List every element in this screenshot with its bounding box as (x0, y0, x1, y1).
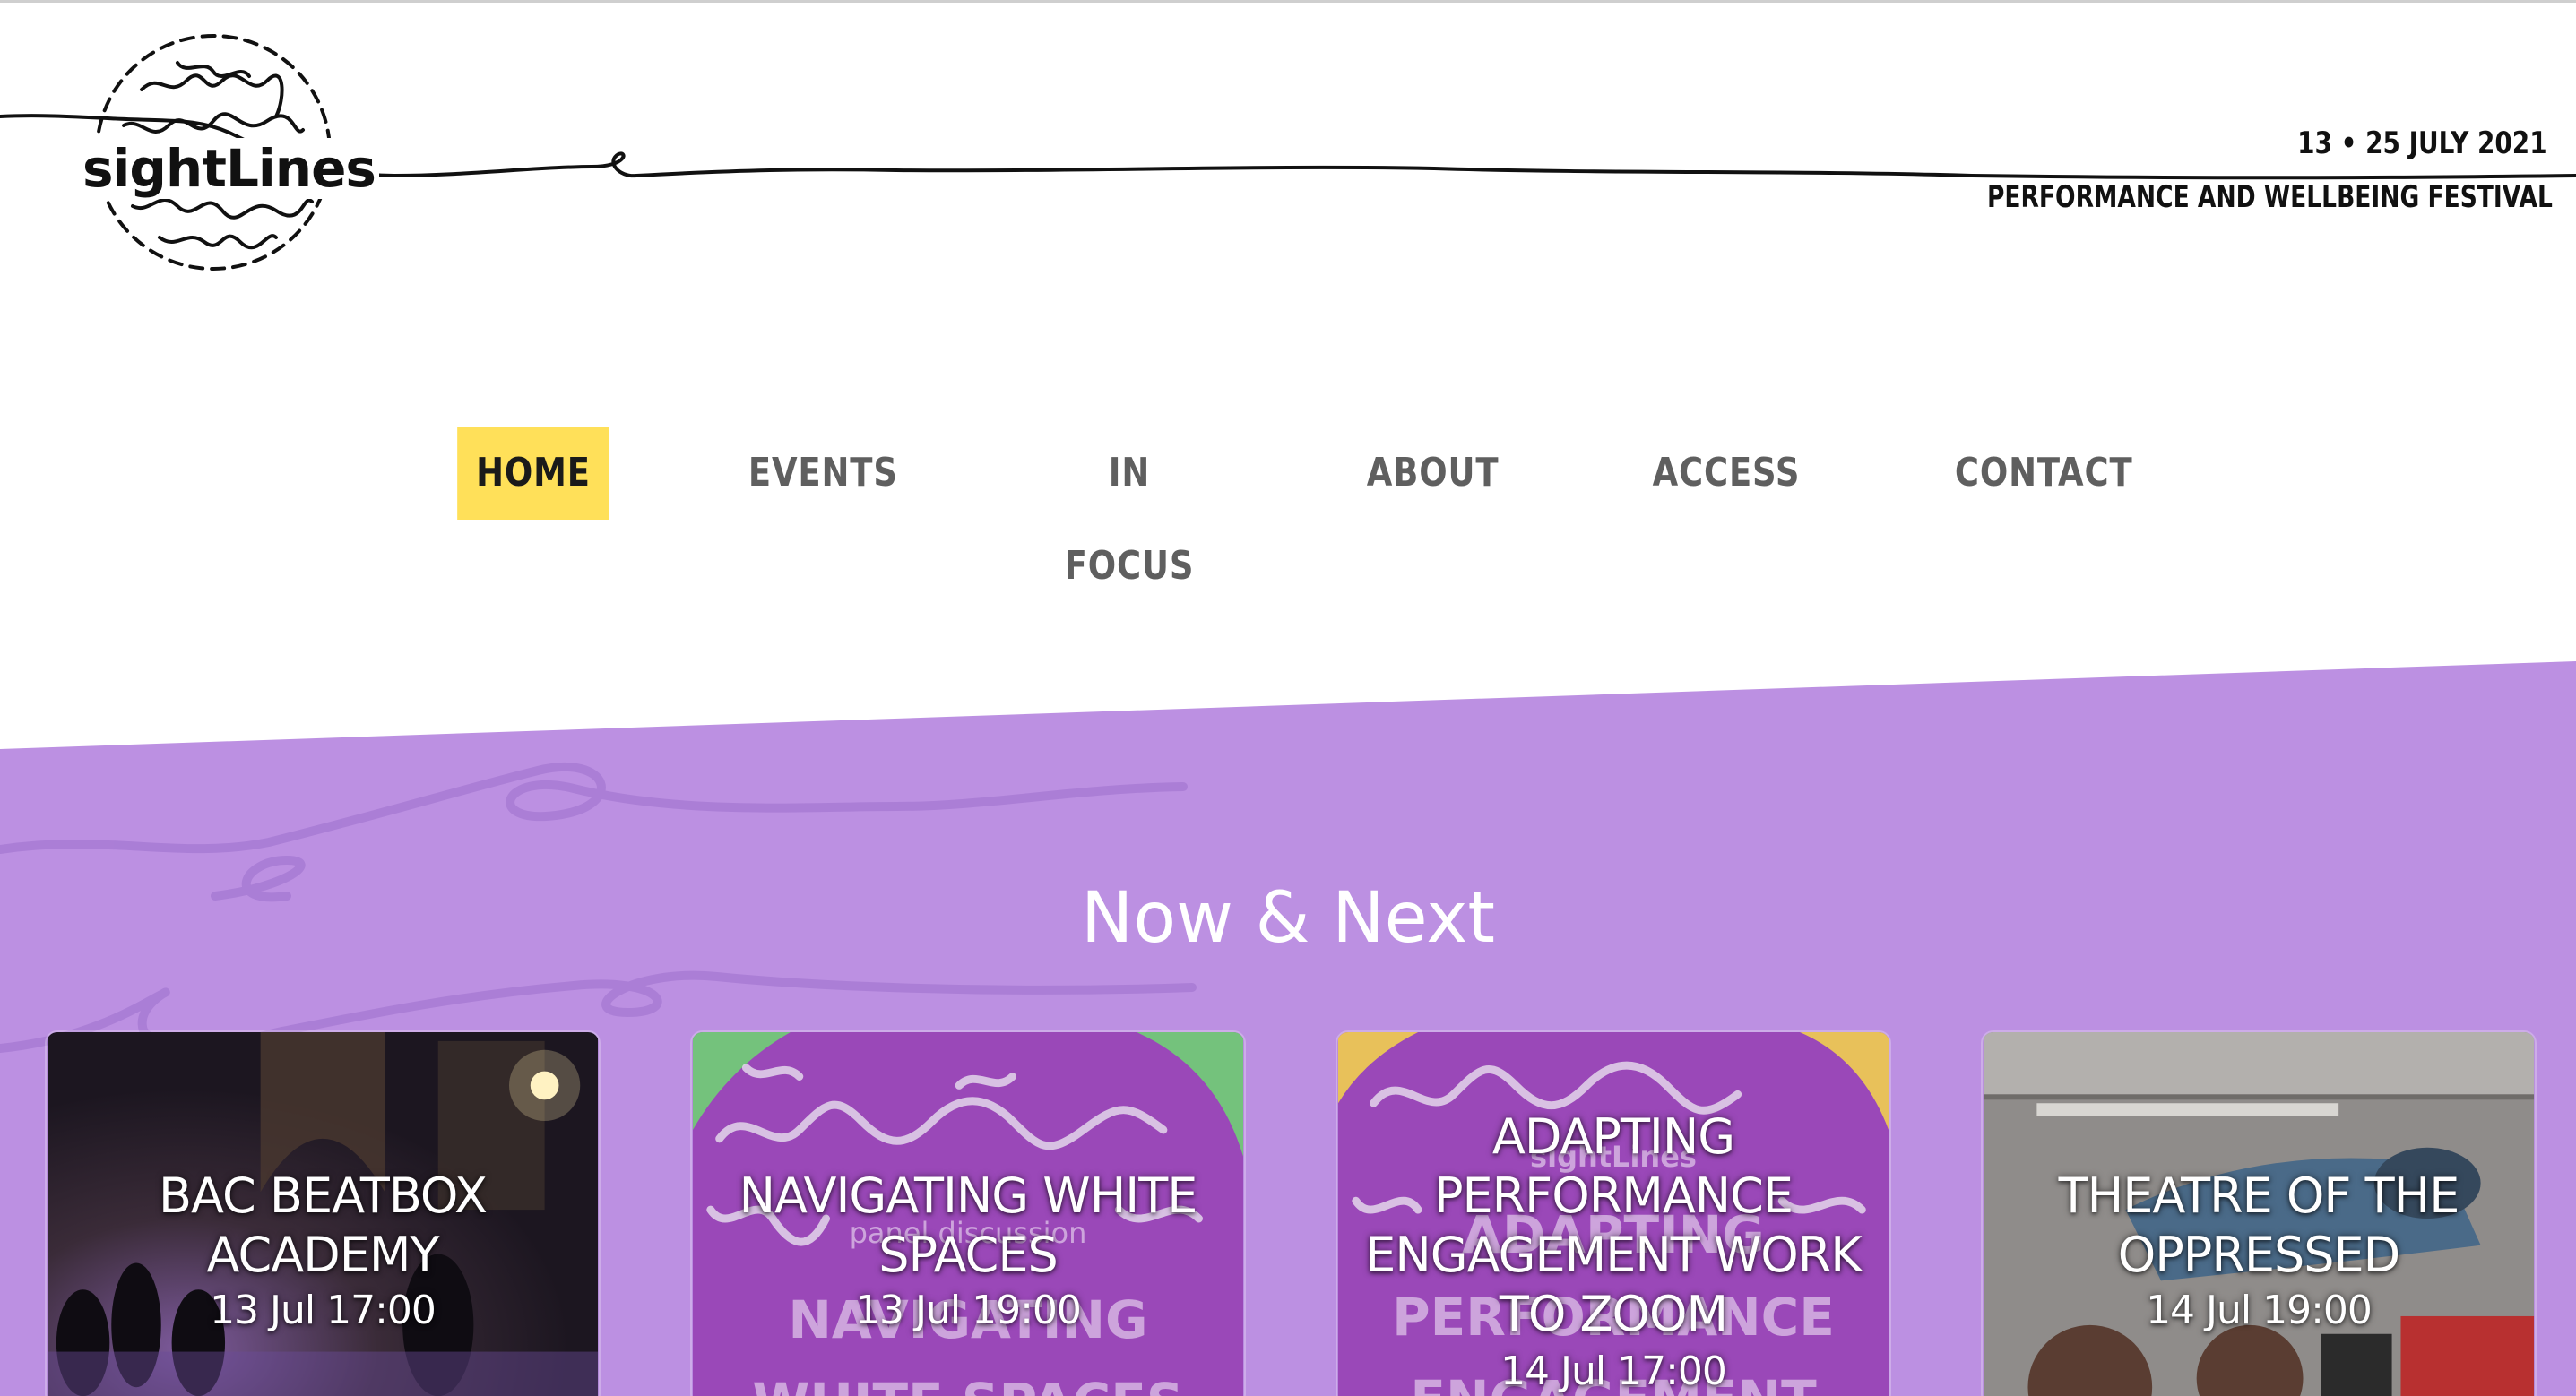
main-navigation: HOME EVENTS IN FOCUS ABOUT ACCESS CONTAC… (0, 427, 2576, 589)
nav-home[interactable]: HOME (457, 427, 609, 520)
logo-text: sightLines (79, 138, 379, 199)
festival-subtitle: PERFORMANCE AND WELLBEING FESTIVAL (1987, 179, 2553, 215)
card-date: 13 Jul 17:00 (210, 1288, 437, 1333)
nav-contact[interactable]: CONTACT (1955, 427, 2132, 520)
site-header: sightLines 13 • 25 JULY 2021 PERFORMANCE… (0, 0, 2576, 305)
now-next-heading: Now & Next (1081, 878, 1495, 959)
card-title: ADAPTING PERFORMANCE ENGAGEMENT WORK TO … (1365, 1108, 1862, 1342)
nav-events[interactable]: EVENTS (748, 427, 897, 520)
card-date: 13 Jul 19:00 (855, 1288, 1082, 1333)
festival-dates: 13 • 25 JULY 2021 (2297, 125, 2547, 161)
event-card-adapting-performance[interactable]: sightLines ADAPTING PERFORMANCE ENGAGEME… (1336, 1030, 1891, 1396)
card-title: THEATRE OF THE OPPRESSED (2058, 1168, 2460, 1283)
card-date: 14 Jul 17:00 (1500, 1349, 1727, 1394)
nav-in-focus[interactable]: IN FOCUS (1054, 427, 1205, 589)
header-squiggle-line (0, 114, 2576, 180)
sightlines-logo[interactable]: sightLines (79, 27, 379, 278)
nav-about[interactable]: ABOUT (1367, 427, 1499, 520)
event-card-navigating-white-spaces[interactable]: panel discussion NAVIGATING WHITE SPACES… (690, 1030, 1246, 1396)
card-date: 14 Jul 19:00 (2146, 1288, 2373, 1333)
nav-access[interactable]: ACCESS (1653, 427, 1800, 520)
event-card-bac-beatbox-academy[interactable]: BAC BEATBOX ACADEMY 13 Jul 17:00 (45, 1030, 601, 1396)
event-card-theatre-of-the-oppressed[interactable]: THEATRE OF THE OPPRESSED 14 Jul 19:00 (1981, 1030, 2537, 1396)
card-title: NAVIGATING WHITE SPACES (739, 1168, 1198, 1283)
card-title: BAC BEATBOX ACADEMY (159, 1168, 488, 1283)
